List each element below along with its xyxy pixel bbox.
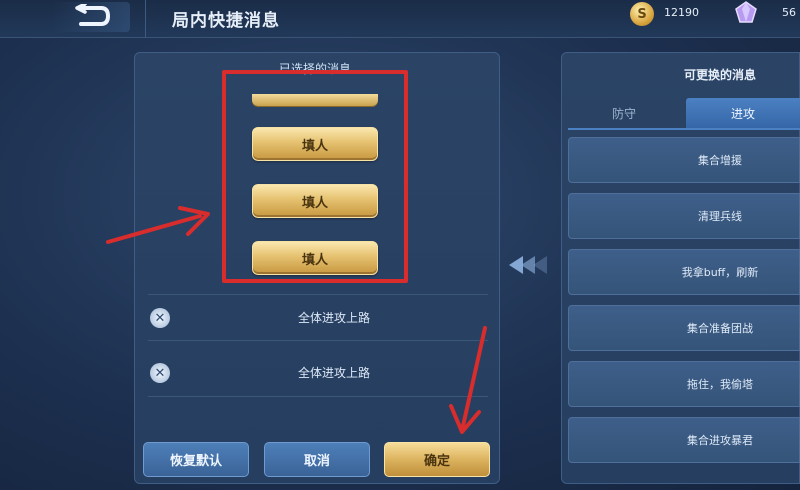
row-divider	[148, 340, 488, 341]
coin-count: 12190	[664, 6, 699, 19]
option-text-6: 集合进攻暴君	[687, 434, 753, 447]
annotation-arrow-right-icon	[106, 206, 210, 244]
option-text-5: 拖住，我偷塔	[687, 378, 753, 391]
available-messages-title: 可更换的消息	[683, 68, 756, 82]
tab-attack[interactable]: 进攻	[686, 98, 800, 128]
confirm-button[interactable]: 确定	[384, 442, 490, 477]
back-button[interactable]	[52, 2, 130, 32]
option-text-1: 集合增援	[698, 154, 742, 167]
swap-arrow-icon	[509, 256, 547, 274]
coin-icon: S	[630, 2, 654, 26]
option-text-3: 我拿buff，刷新	[681, 266, 759, 279]
tab-defend[interactable]: 防守	[568, 98, 680, 128]
gem-icon	[733, 0, 759, 26]
cancel-button[interactable]: 取消	[264, 442, 370, 477]
annotation-arrow-down-icon	[449, 326, 487, 434]
remove-icon[interactable]: ✕	[150, 363, 170, 383]
message-row-text: 全体进攻上路	[297, 311, 370, 325]
gem-count: 56	[782, 6, 796, 19]
title-divider	[145, 0, 146, 38]
remove-icon[interactable]: ✕	[150, 308, 170, 328]
row-divider	[148, 294, 488, 295]
message-row-2: ✕ 全体进攻上路	[148, 353, 488, 393]
message-row-text: 全体进攻上路	[297, 366, 370, 380]
page-title: 局内快捷消息	[172, 11, 280, 31]
tab-underline	[568, 128, 800, 130]
option-text-4: 集合准备团战	[687, 322, 753, 335]
back-arrow-icon	[75, 4, 111, 26]
option-text-2: 清理兵线	[698, 210, 742, 223]
reset-default-button[interactable]: 恢复默认	[143, 442, 249, 477]
highlight-box	[222, 70, 408, 283]
message-row-1: ✕ 全体进攻上路	[148, 298, 488, 338]
row-divider	[148, 396, 488, 397]
